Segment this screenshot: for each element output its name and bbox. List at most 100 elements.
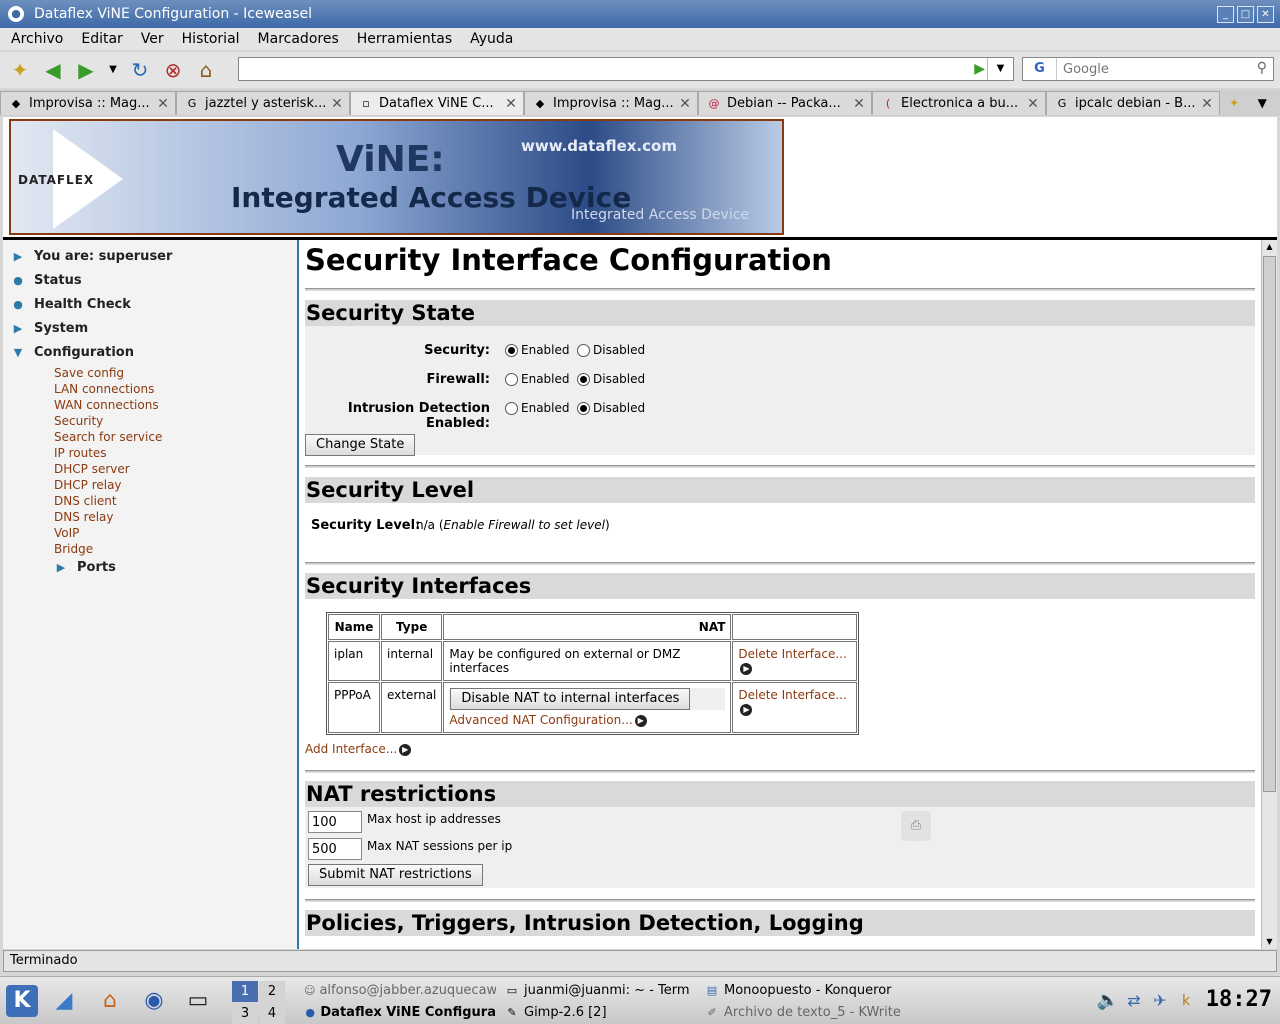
sidebar-link-lan[interactable]: LAN connections: [54, 382, 154, 396]
section-heading: Security Interfaces: [305, 573, 1255, 599]
sidebar-item-configuration[interactable]: ▼ Configuration: [11, 345, 134, 360]
search-engine-icon[interactable]: G: [1023, 58, 1057, 80]
maximize-icon[interactable]: □: [1237, 6, 1254, 23]
task-kwrite[interactable]: ✐ Archivo de texto_5 - KWrite: [704, 1002, 904, 1023]
tab-close-icon[interactable]: ✕: [851, 96, 867, 112]
max-hosts-input[interactable]: [308, 811, 362, 833]
sidebar-item-status[interactable]: ● Status: [11, 273, 81, 288]
sidebar-link-voip[interactable]: VoIP: [54, 526, 79, 540]
browser-icon[interactable]: ◉: [138, 985, 170, 1017]
history-dropdown-icon[interactable]: ▼: [106, 57, 120, 83]
sidebar-link-save-config[interactable]: Save config: [54, 366, 124, 380]
menu-herramientas[interactable]: Herramientas: [357, 31, 452, 47]
security-level-label: Security Level:: [311, 518, 421, 533]
task-gimp[interactable]: ✎ Gimp-2.6 [2]: [504, 1002, 696, 1023]
menu-historial[interactable]: Historial: [182, 31, 240, 47]
tab-close-icon[interactable]: ✕: [329, 96, 345, 112]
add-interface-link[interactable]: Add Interface...: [305, 742, 397, 756]
menu-ayuda[interactable]: Ayuda: [470, 31, 513, 47]
printer-icon[interactable]: ⎙: [901, 811, 931, 841]
search-input[interactable]: [1063, 61, 1253, 77]
submit-nat-button[interactable]: Submit NAT restrictions: [308, 864, 483, 886]
tab-jazztel[interactable]: Gjazztel y asterisk... ✕: [176, 91, 350, 115]
delete-interface-link[interactable]: Delete Interface...: [738, 688, 846, 702]
klipper-icon[interactable]: k: [1174, 985, 1198, 1017]
tab-electronica[interactable]: (Electronica a bu... ✕: [872, 91, 1046, 115]
sidebar-link-search-service[interactable]: Search for service: [54, 430, 162, 444]
firewall-disabled-radio[interactable]: Disabled: [577, 372, 645, 386]
network-icon[interactable]: ⇄: [1122, 985, 1146, 1017]
sidebar-link-bridge[interactable]: Bridge: [54, 542, 93, 556]
delete-interface-link[interactable]: Delete Interface...: [738, 647, 846, 661]
menu-marcadores[interactable]: Marcadores: [258, 31, 339, 47]
scrollbar-thumb[interactable]: [1263, 256, 1276, 792]
task-terminal[interactable]: ▭ juanmi@juanmi: ~ - Term: [504, 980, 696, 1001]
close-icon[interactable]: ✕: [1257, 6, 1274, 23]
arrow-icon: ▶: [56, 561, 66, 574]
search-icon[interactable]: ⚲: [1257, 60, 1267, 76]
disable-nat-button[interactable]: Disable NAT to internal interfaces: [450, 688, 691, 710]
sidebar-link-dns-relay[interactable]: DNS relay: [54, 510, 114, 524]
firewall-enabled-radio[interactable]: Enabled: [505, 372, 570, 386]
security-disabled-radio[interactable]: Disabled: [577, 343, 645, 357]
reload-icon[interactable]: ↻: [127, 57, 153, 83]
task-iceweasel[interactable]: ● Dataflex ViNE Configura: [304, 1002, 496, 1023]
sidebar: ▶ You are: superuser ● Status ● Health Chec…: [3, 240, 299, 949]
go-icon[interactable]: ▶: [974, 61, 985, 77]
desktop-4[interactable]: 4: [259, 1003, 285, 1024]
tab-dataflex[interactable]: ▫ Dataflex ViNE C... ✕: [350, 91, 524, 115]
menu-editar[interactable]: Editar: [81, 31, 122, 47]
task-konqueror[interactable]: ▤ Monoopuesto - Konqueror: [704, 980, 904, 1001]
vertical-scrollbar[interactable]: ▲ ▼: [1261, 240, 1277, 949]
security-enabled-radio[interactable]: Enabled: [505, 343, 570, 357]
tab-improvisa-2[interactable]: ◆ Improvisa :: Mag... ✕: [524, 91, 698, 115]
task-jabber[interactable]: ☺ alfonso@jabber.azuquecaw: [304, 980, 496, 1001]
new-tab-button-icon[interactable]: ✦: [1229, 96, 1239, 110]
desktop-2[interactable]: 2: [259, 981, 285, 1002]
menu-ver[interactable]: Ver: [141, 31, 164, 47]
sidebar-link-dns-client[interactable]: DNS client: [54, 494, 117, 508]
url-dropdown-icon[interactable]: ▼: [987, 58, 1013, 80]
back-icon[interactable]: ◀: [40, 57, 66, 83]
new-tab-icon[interactable]: ✦: [7, 57, 33, 83]
tab-close-icon[interactable]: ✕: [1199, 96, 1215, 112]
max-sessions-input[interactable]: [308, 838, 362, 860]
change-state-button[interactable]: Change State: [305, 434, 416, 456]
sidebar-link-security[interactable]: Security: [54, 414, 103, 428]
sidebar-link-wan[interactable]: WAN connections: [54, 398, 159, 412]
tab-close-icon[interactable]: ✕: [503, 96, 519, 112]
stop-icon[interactable]: ⊗: [160, 57, 186, 83]
sidebar-item-system[interactable]: ▶ System: [11, 321, 88, 336]
sidebar-link-dhcp-server[interactable]: DHCP server: [54, 462, 130, 476]
tab-ipcalc[interactable]: Gipcalc debian - B... ✕: [1046, 91, 1220, 115]
sidebar-item-ports[interactable]: ▶ Ports: [54, 560, 116, 575]
tab-improvisa-1[interactable]: ◆ Improvisa :: Mag... ✕: [0, 91, 176, 115]
ids-enabled-radio[interactable]: Enabled: [505, 401, 570, 415]
scroll-up-icon[interactable]: ▲: [1262, 240, 1277, 254]
kde-menu-icon[interactable]: K: [6, 985, 38, 1017]
forward-icon[interactable]: ▶: [73, 57, 99, 83]
tab-close-icon[interactable]: ✕: [155, 96, 171, 112]
desktop-3[interactable]: 3: [232, 1003, 258, 1024]
updater-icon[interactable]: ✈: [1148, 985, 1172, 1017]
desktop-1[interactable]: 1: [232, 981, 258, 1002]
menu-archivo[interactable]: Archivo: [11, 31, 63, 47]
volume-icon[interactable]: 🔈: [1096, 985, 1120, 1017]
sidebar-link-ip-routes[interactable]: IP routes: [54, 446, 107, 460]
home-folder-icon[interactable]: ⌂: [94, 985, 126, 1017]
minimize-icon[interactable]: _: [1217, 6, 1234, 23]
sidebar-item-health-check[interactable]: ● Health Check: [11, 297, 131, 312]
tab-list-icon[interactable]: ▼: [1258, 96, 1267, 110]
advanced-nat-link[interactable]: Advanced NAT Configuration...: [449, 713, 632, 727]
desktop-icon[interactable]: ◢: [48, 985, 80, 1017]
terminal-icon[interactable]: ▭: [182, 985, 214, 1017]
scroll-down-icon[interactable]: ▼: [1262, 935, 1277, 949]
tab-debian[interactable]: @ Debian -- Packa... ✕: [698, 91, 872, 115]
url-input[interactable]: ▶ ▼: [238, 57, 1014, 81]
tab-close-icon[interactable]: ✕: [1025, 96, 1041, 112]
ids-disabled-radio[interactable]: Disabled: [577, 401, 645, 415]
home-icon[interactable]: ⌂: [193, 57, 219, 83]
radio-label: Disabled: [593, 343, 646, 357]
sidebar-link-dhcp-relay[interactable]: DHCP relay: [54, 478, 122, 492]
tab-close-icon[interactable]: ✕: [677, 96, 693, 112]
